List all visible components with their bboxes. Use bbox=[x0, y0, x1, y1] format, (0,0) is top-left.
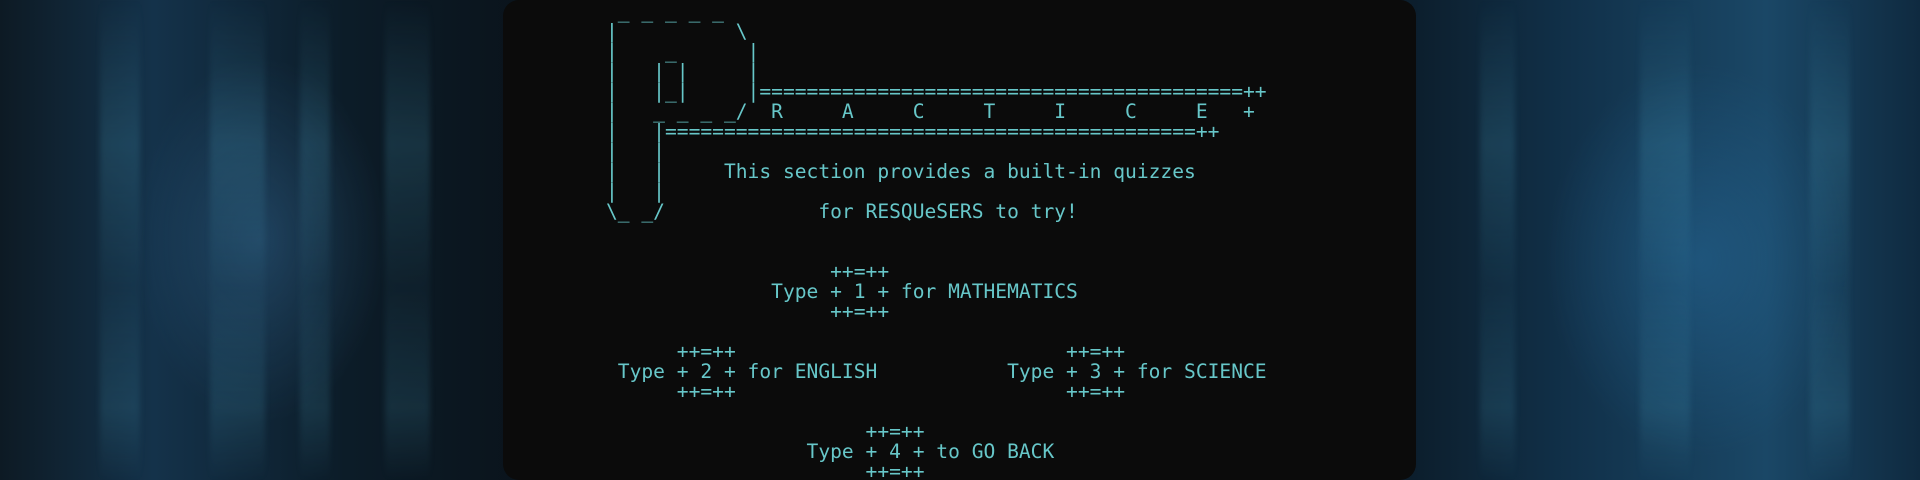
section-description: | | This section provides a built-in qui… bbox=[606, 160, 1196, 183]
banner-title-bottom-border: | |=====================================… bbox=[606, 120, 1220, 143]
spacer-line bbox=[606, 402, 1267, 422]
background-light-streak bbox=[100, 0, 140, 480]
banner-title-practice: | _ _ _ _/ R A C T I C E + bbox=[606, 100, 1255, 123]
option-4-border-top: ++=++ bbox=[606, 420, 925, 443]
banner-title-top-border: | |_| |=================================… bbox=[606, 80, 1267, 103]
banner-line: | | | | bbox=[606, 60, 760, 83]
spacer-line bbox=[606, 322, 1267, 342]
background-light-streak bbox=[385, 0, 430, 480]
options-2-3-border-bottom: ++=++ ++=++ bbox=[606, 380, 1126, 403]
background-light-streak bbox=[210, 0, 265, 480]
banner-line: | | bbox=[606, 180, 665, 203]
background-light-streak bbox=[300, 0, 330, 480]
option-4-go-back: Type + 4 + to GO BACK bbox=[606, 440, 1055, 463]
section-description-continued: \_ _/ for RESQUeSERS to try! bbox=[606, 200, 1078, 223]
banner-line: | | bbox=[606, 140, 665, 163]
options-2-english-3-science: Type + 2 + for ENGLISH Type + 3 + for SC… bbox=[606, 360, 1267, 383]
options-2-3-border-top: ++=++ ++=++ bbox=[606, 340, 1126, 363]
terminal-window: _ _ _ _ _ | \ | _ | | | | | | |_| |=========… bbox=[503, 0, 1416, 480]
banner-line: | _ | bbox=[606, 40, 760, 63]
banner-line: _ _ _ _ _ bbox=[606, 0, 724, 23]
banner-line: | \ bbox=[606, 20, 748, 43]
background-light-streak bbox=[1480, 0, 1515, 480]
background-light-streak bbox=[1810, 0, 1850, 480]
spacer-line bbox=[606, 242, 1267, 262]
option-1-mathematics: Type + 1 + for MATHEMATICS bbox=[606, 280, 1078, 303]
background-light-streak bbox=[1640, 0, 1690, 480]
terminal-output: _ _ _ _ _ | \ | _ | | | | | | |_| |=========… bbox=[606, 2, 1267, 480]
option-1-border-bottom: ++=++ bbox=[606, 300, 890, 323]
spacer-line bbox=[606, 222, 1267, 242]
option-4-border-bottom: ++=++ bbox=[606, 460, 925, 480]
option-1-border-top: ++=++ bbox=[606, 260, 890, 283]
